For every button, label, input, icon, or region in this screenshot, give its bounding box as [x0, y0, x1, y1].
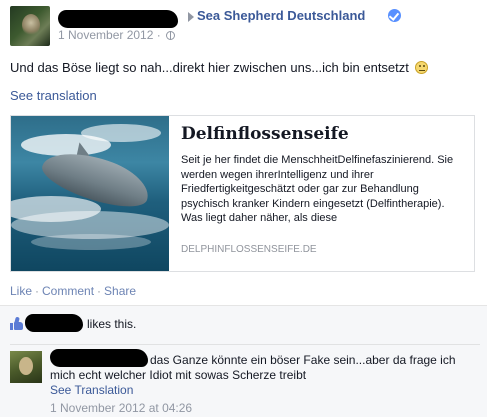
- commenter-avatar[interactable]: [10, 351, 42, 383]
- link-preview-description: Seit je her findet die MenschheitDelfine…: [181, 154, 454, 224]
- link-preview-title[interactable]: Delfinflossenseife: [181, 124, 466, 144]
- dolphin-image[interactable]: [11, 116, 169, 271]
- poster-avatar[interactable]: [10, 6, 50, 46]
- link-preview-card[interactable]: Delfinflossenseife Seit je her findet di…: [10, 115, 475, 272]
- post-meta: 1 November 2012 ·: [58, 28, 176, 42]
- comment-timestamp[interactable]: 1 November 2012 at 04:26: [50, 401, 192, 415]
- action-separator: ·: [35, 284, 40, 298]
- page-name-link[interactable]: Sea Shepherd Deutschland: [197, 8, 365, 23]
- feedback-section: likes this. das Ganze könnte ein böser F…: [0, 305, 487, 417]
- redacted-liker-name: [25, 314, 83, 332]
- link-preview-body: Delfinflossenseife Seit je her findet di…: [181, 124, 466, 226]
- right-arrow-icon: [188, 12, 194, 22]
- thumbs-up-icon: [10, 316, 23, 330]
- meta-separator: ·: [156, 28, 161, 42]
- redacted-commenter-name: [50, 349, 148, 367]
- likes-text: likes this.: [87, 317, 137, 331]
- redacted-poster-name: [58, 10, 178, 28]
- post-header: Sea Shepherd Deutschland 1 November 2012…: [10, 6, 480, 46]
- link-preview-domain: DELPHINFLOSSENSEIFE.DE: [181, 244, 317, 255]
- post-date[interactable]: 1 November 2012: [58, 28, 153, 42]
- likes-summary: likes this.: [10, 314, 480, 332]
- comment-button[interactable]: Comment: [42, 284, 94, 298]
- smiley-icon: [414, 61, 428, 74]
- comment-see-translation-link[interactable]: See Translation: [50, 383, 133, 397]
- globe-icon[interactable]: [166, 31, 176, 40]
- post-text: Und das Böse liegt so nah...direkt hier …: [10, 60, 428, 75]
- post-actions: Like · Comment · Share: [10, 284, 136, 298]
- like-button[interactable]: Like: [10, 284, 32, 298]
- share-button[interactable]: Share: [104, 284, 136, 298]
- verified-badge-icon: [388, 9, 401, 22]
- comment-item: das Ganze könnte ein böser Fake sein...a…: [10, 344, 480, 416]
- action-separator: ·: [97, 284, 102, 298]
- see-translation-link[interactable]: See translation: [10, 88, 97, 103]
- post-text-content: Und das Böse liegt so nah...direkt hier …: [10, 60, 409, 75]
